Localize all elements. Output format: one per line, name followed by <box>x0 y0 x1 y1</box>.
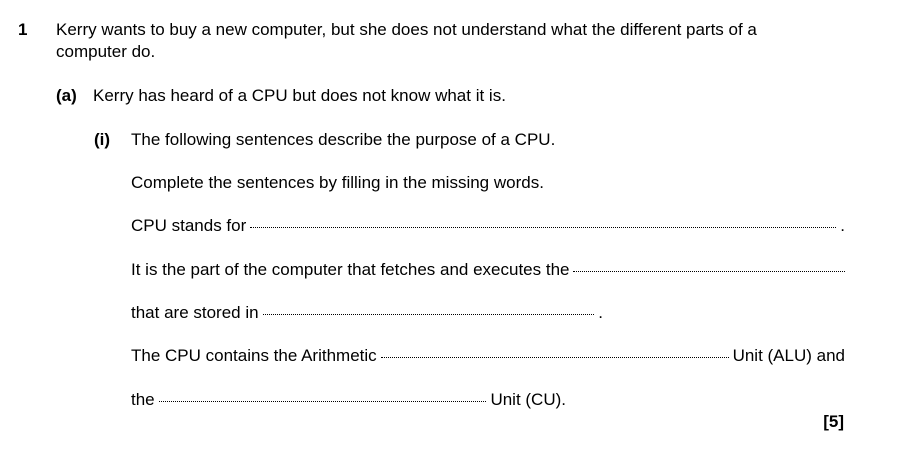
marks-label: [5] <box>823 412 844 431</box>
sentence-5-end: Unit (CU). <box>490 390 566 409</box>
sentence-3-end: . <box>598 303 603 322</box>
sentence-3-text: that are stored in <box>131 303 259 322</box>
question-intro-line-1: Kerry wants to buy a new computer, but s… <box>56 20 757 39</box>
part-a-text: Kerry has heard of a CPU but does not kn… <box>93 86 506 105</box>
sentence-1-text: CPU stands for <box>131 216 247 235</box>
sentence-fetches-executes: It is the part of the computer that fetc… <box>131 260 845 280</box>
sentence-stored-in: that are stored in . <box>131 303 603 323</box>
answer-blank-instructions[interactable] <box>573 271 845 272</box>
part-i-label: (i) <box>94 130 111 149</box>
sentence-1-end: . <box>840 216 845 235</box>
part-a-label: (a) <box>56 86 77 105</box>
sentence-4-end: Unit (ALU) and <box>732 346 845 365</box>
sentence-control-unit: the Unit (CU). <box>131 390 566 410</box>
sentence-cpu-stands-for: CPU stands for . <box>131 216 845 236</box>
question-intro-line-2: computer do. <box>56 42 156 61</box>
answer-blank-logic[interactable] <box>380 357 729 358</box>
answer-blank-memory[interactable] <box>262 314 595 315</box>
sentence-arithmetic: The CPU contains the Arithmetic Unit (AL… <box>131 346 845 366</box>
question-number: 1 <box>18 20 28 39</box>
part-i-text: The following sentences describe the pur… <box>131 130 556 149</box>
answer-blank-control[interactable] <box>158 401 487 402</box>
sentence-4-text: The CPU contains the Arithmetic <box>131 346 377 365</box>
answer-blank-cpu-meaning[interactable] <box>250 227 837 228</box>
instruction-text: Complete the sentences by filling in the… <box>131 173 544 192</box>
sentence-2-text: It is the part of the computer that fetc… <box>131 260 570 279</box>
sentence-5-text: the <box>131 390 155 409</box>
